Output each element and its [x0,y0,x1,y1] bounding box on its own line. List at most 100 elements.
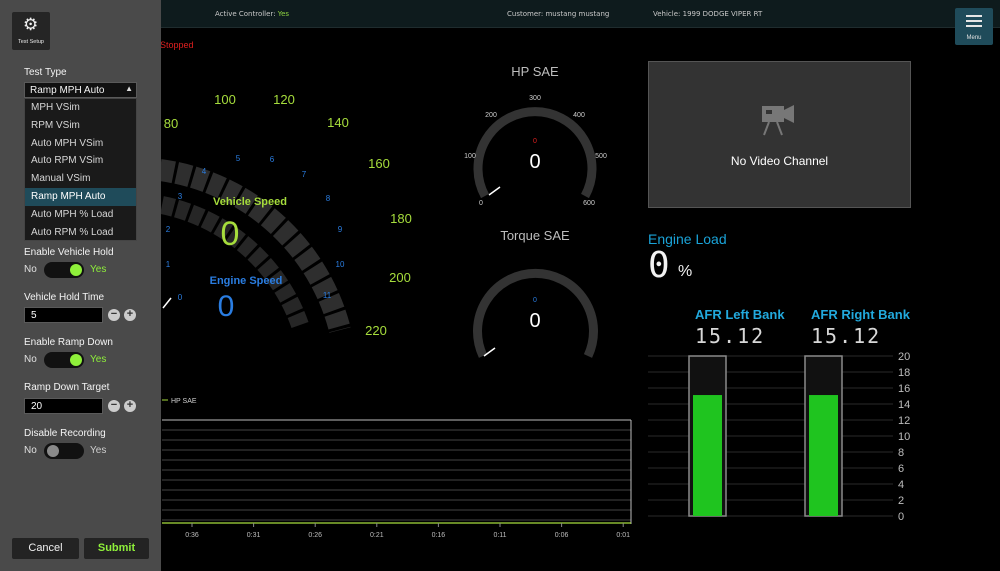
afr-scale-label: 6 [898,463,904,475]
torque-gauge-title: Torque SAE [500,228,570,243]
disable-recording-label: Disable Recording [24,428,106,439]
option-auto-mph-load[interactable]: Auto MPH % Load [25,206,136,224]
vehicle-hold-time-label: Vehicle Hold Time [24,292,105,303]
toggle-yes-label: Yes [90,354,107,365]
afr-left-bank-label: AFR Left Bank [695,307,785,322]
enable-vehicle-hold-toggle[interactable]: No Yes [24,262,144,278]
rpm-tick-1: 1 [166,260,171,269]
rpm-tick-7: 7 [302,170,307,179]
speed-tick-140: 140 [327,115,349,130]
toggle-no-label: No [24,264,37,275]
torque-gauge: Torque SAE 0 0 [473,228,598,358]
disable-recording-toggle[interactable]: No Yes [24,443,144,459]
ramp-down-target-label: Ramp Down Target [24,382,110,393]
toggle-track [44,262,84,278]
video-panel: No Video Channel [648,61,911,208]
hp-tick-0: 0 [479,200,483,207]
speed-tick-100: 100 [214,92,236,107]
option-auto-rpm-load[interactable]: Auto RPM % Load [25,224,136,242]
afr-left-bank-value: 15.12 [695,324,766,348]
rpm-tick-5: 5 [236,154,241,163]
hp-tick-200: 200 [485,112,497,119]
torque-peak-value: 0 [533,297,537,304]
afr-bar-chart: 20181614121086420 [648,351,910,523]
rpm-tick-6: 6 [270,155,275,164]
engine-speed-value: 0 [218,290,235,323]
rpm-tick-11: 11 [323,291,332,300]
test-setup-button[interactable]: ⚙ Test Setup [12,12,50,50]
chart-gridlines [162,429,631,521]
speed-tick-160: 160 [368,156,390,171]
toggle-track [44,352,84,368]
afr-scale-labels: 20181614121086420 [898,351,910,523]
option-auto-mph-vsim[interactable]: Auto MPH VSim [25,135,136,153]
ramp-down-target-increment-button[interactable]: + [124,400,136,412]
hp-peak-value: 0 [533,138,537,145]
test-type-label: Test Type [24,67,67,78]
ramp-down-target-decrement-button[interactable]: − [108,400,120,412]
speed-tick-80: 80 [164,116,178,131]
option-auto-rpm-vsim[interactable]: Auto RPM VSim [25,152,136,170]
toggle-yes-label: Yes [90,445,107,456]
chart-legend-label: HP SAE [171,398,197,405]
chart-x-tick-label: 0:21 [370,532,384,539]
chart-x-tick-label: 0:16 [432,532,446,539]
speed-tick-220: 220 [365,323,387,338]
video-camera-icon [762,105,794,136]
rpm-tick-3: 3 [178,192,183,201]
afr-left-bar [688,355,727,517]
option-manual-vsim[interactable]: Manual VSim [25,170,136,188]
speed-tick-120: 120 [273,92,295,107]
hp-history-chart: HP SAE 0:36 0:31 0:26 0:21 0:16 0:11 0:06 0:01 [162,398,632,539]
hp-gauge: HP SAE 0 100 200 300 400 500 600 0 0 [464,64,607,207]
cancel-button[interactable]: Cancel [12,538,79,559]
enable-ramp-down-label: Enable Ramp Down [24,337,113,348]
hp-tick-300: 300 [529,95,541,102]
gear-icon: ⚙ [23,15,39,34]
ramp-down-target-input[interactable]: 20 [24,398,103,414]
vehicle-hold-time-input[interactable]: 5 [24,307,103,323]
afr-scale-label: 8 [898,447,904,459]
test-type-select[interactable]: Ramp MPH Auto ▲ [24,82,137,98]
vehicle-speed-label: Vehicle Speed [213,196,287,208]
afr-right-bank-label: AFR Right Bank [811,307,910,322]
test-setup-panel: ⚙ Test Setup Test Type Ramp MPH Auto ▲ M… [0,0,161,571]
vehicle-speed-value: 0 [221,215,240,253]
engine-load-value: 0 [648,245,670,286]
hp-needle [488,186,501,196]
vehicle-hold-time-decrement-button[interactable]: − [108,309,120,321]
vehicle-hold-time-increment-button[interactable]: + [124,309,136,321]
afr-scale-label: 14 [898,399,910,411]
test-type-selected: Ramp MPH Auto [30,85,105,96]
hp-tick-400: 400 [573,112,585,119]
toggle-knob [70,264,82,276]
option-ramp-mph-auto[interactable]: Ramp MPH Auto [25,187,136,206]
chart-x-tick-label: 0:11 [493,532,506,539]
afr-scale-label: 10 [898,431,910,443]
option-mph-vsim[interactable]: MPH VSim [25,99,136,117]
ramp-down-target-value: 20 [31,401,43,412]
hp-value: 0 [529,151,540,173]
afr-scale-label: 20 [898,351,910,363]
afr-right-bar [804,355,843,517]
afr-scale-label: 4 [898,479,904,491]
toggle-knob [47,445,59,457]
chart-x-axis: 0:36 0:31 0:26 0:21 0:16 0:11 0:06 0:01 [185,523,630,539]
afr-right-bank-value: 15.12 [811,324,882,348]
engine-load-unit: % [678,263,693,280]
toggle-track [44,443,84,459]
vehicle-hold-time-value: 5 [31,310,37,321]
speed-needle [162,297,172,309]
rpm-tick-10: 10 [336,260,345,269]
afr-scale-label: 16 [898,383,910,395]
chevron-up-icon: ▲ [125,84,133,93]
chart-x-tick-label: 0:36 [185,532,199,539]
chart-x-tick-label: 0:06 [555,532,569,539]
torque-value: 0 [529,310,540,332]
submit-button[interactable]: Submit [84,538,149,559]
option-rpm-vsim[interactable]: RPM VSim [25,117,136,135]
chart-x-tick-label: 0:01 [616,532,630,539]
enable-ramp-down-toggle[interactable]: No Yes [24,352,144,368]
afr-scale-label: 18 [898,367,910,379]
chart-x-tick-label: 0:31 [247,532,261,539]
